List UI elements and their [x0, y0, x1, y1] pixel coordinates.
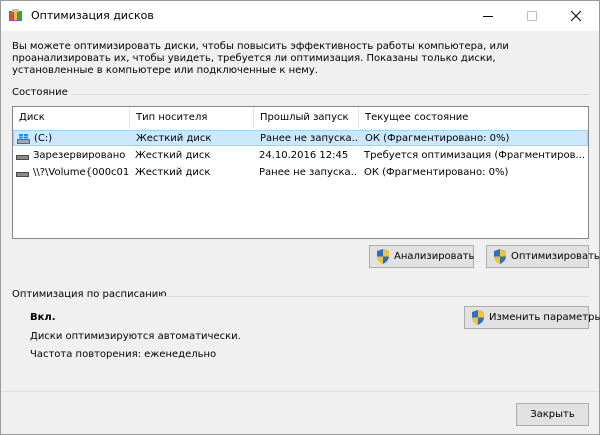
close-button[interactable]: Закрыть — [516, 403, 589, 426]
drive-name: \\?\Volume{000c01... — [33, 167, 129, 178]
change-settings-button[interactable]: Изменить параметры — [464, 306, 600, 329]
schedule-auto-text: Диски оптимизируются автоматически. — [30, 331, 241, 342]
last-run: Ранее не запуска... — [259, 167, 357, 178]
schedule-section-divider — [159, 296, 589, 297]
drive-name: Зарезервировано ... — [33, 150, 129, 161]
media-type: Жесткий диск — [135, 150, 211, 161]
current-status: ОК (Фрагментировано: 0%) — [365, 133, 510, 144]
media-type: Жесткий диск — [135, 167, 211, 178]
maximize-button[interactable] — [510, 1, 554, 31]
drive-name: (C:) — [34, 133, 53, 144]
uac-shield-icon — [377, 249, 389, 264]
schedule-frequency-text: Частота повторения: еженедельно — [30, 349, 217, 360]
drive-row-volume[interactable]: \\?\Volume{000c01... Жесткий диск Ранее … — [13, 165, 588, 181]
last-run: Ранее не запуска... — [260, 133, 358, 144]
hard-drive-icon — [16, 155, 29, 160]
schedule-state: Вкл. — [30, 312, 56, 323]
column-header-media-type[interactable]: Тип носителя — [130, 107, 254, 129]
status-section-divider — [71, 94, 589, 95]
close-window-button[interactable] — [554, 1, 598, 31]
drive-row-c[interactable]: (C:) Жесткий диск Ранее не запуска... ОК… — [13, 130, 588, 146]
current-status: Требуется оптимизация (Фрагментиров... — [364, 150, 586, 161]
drives-list[interactable]: Диск Тип носителя Прошлый запуск Текущее… — [12, 106, 589, 239]
maximize-icon — [527, 11, 537, 21]
change-settings-button-label: Изменить параметры — [489, 312, 600, 323]
uac-shield-icon — [472, 310, 484, 325]
window-title: Оптимизация дисков — [31, 9, 154, 22]
description-text: Вы можете оптимизировать диски, чтобы по… — [12, 41, 509, 76]
analyze-button-label: Анализировать — [394, 251, 475, 262]
minimize-button[interactable] — [466, 1, 510, 31]
column-header-current-status[interactable]: Текущее состояние — [359, 107, 588, 129]
optimize-button[interactable]: Оптимизировать — [486, 245, 600, 268]
status-section-label: Состояние — [12, 87, 68, 98]
optimize-button-label: Оптимизировать — [511, 251, 600, 262]
optimize-drives-window: Оптимизация дисков Вы можете оптимизиров… — [0, 0, 600, 435]
last-run: 24.10.2016 12:45 — [259, 150, 349, 161]
schedule-section-label: Оптимизация по расписанию — [12, 289, 167, 300]
drive-row-reserved[interactable]: Зарезервировано ... Жесткий диск 24.10.2… — [13, 148, 588, 164]
defrag-app-icon — [9, 9, 22, 21]
column-header-drive[interactable]: Диск — [13, 107, 130, 129]
column-header-last-run[interactable]: Прошлый запуск — [254, 107, 359, 129]
current-status: ОК (Фрагментировано: 0%) — [364, 167, 509, 178]
hard-drive-icon — [16, 172, 29, 177]
uac-shield-icon — [494, 249, 506, 264]
minimize-icon — [483, 16, 493, 17]
close-icon — [571, 11, 581, 21]
analyze-button[interactable]: Анализировать — [369, 245, 474, 268]
windows-drive-icon — [17, 134, 30, 144]
dialog-footer: Закрыть — [1, 391, 599, 434]
title-bar[interactable]: Оптимизация дисков — [1, 1, 599, 31]
media-type: Жесткий диск — [136, 133, 212, 144]
drives-list-header: Диск Тип носителя Прошлый запуск Текущее… — [13, 107, 588, 129]
